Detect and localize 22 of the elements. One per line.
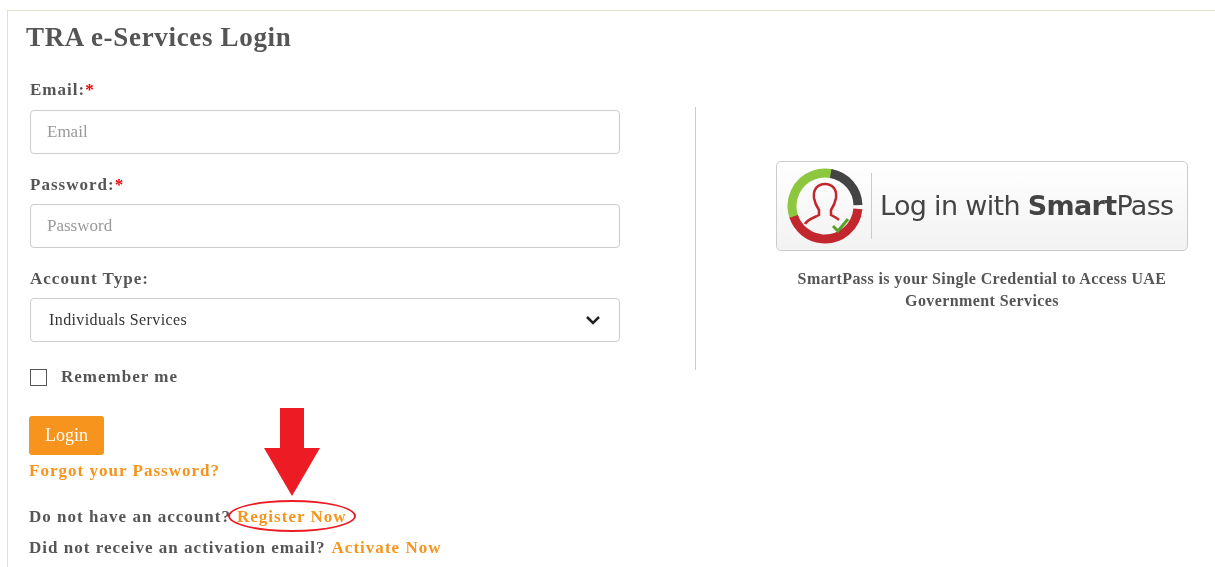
password-field[interactable]: Password [30, 204, 620, 248]
field-label: Email: [30, 80, 86, 100]
register-link[interactable]: Register Now [236, 507, 347, 527]
field-label: Password: [30, 175, 115, 195]
login-button[interactable]: Login [29, 416, 104, 455]
register-prompt: Do not have an account? [29, 507, 231, 527]
activation-prompt: Did not receive an activation email? [29, 538, 326, 558]
remember-checkbox[interactable] [30, 368, 47, 386]
required-mark: * [85, 80, 95, 100]
user-check-icon [787, 168, 863, 244]
forgot-password-link[interactable]: Forgot your Password? [29, 461, 221, 481]
field-label: Account Type: [30, 269, 149, 288]
page-title: TRA e-Services Login [26, 21, 292, 54]
arrow-annotation-icon [264, 408, 320, 496]
email-field[interactable]: Email [30, 110, 620, 154]
activate-link[interactable]: Activate Now [331, 538, 442, 558]
account-type-select[interactable]: Individuals Services [30, 298, 620, 342]
chevron-down-icon [585, 315, 601, 325]
smartpass-caption: SmartPass is your Single Credential to Access UAE Government Services [796, 269, 1168, 311]
checkbox-label: Remember me [61, 367, 179, 387]
required-mark: * [114, 175, 125, 195]
smartpass-login-button[interactable]: Log in with SmartPass [776, 161, 1188, 251]
